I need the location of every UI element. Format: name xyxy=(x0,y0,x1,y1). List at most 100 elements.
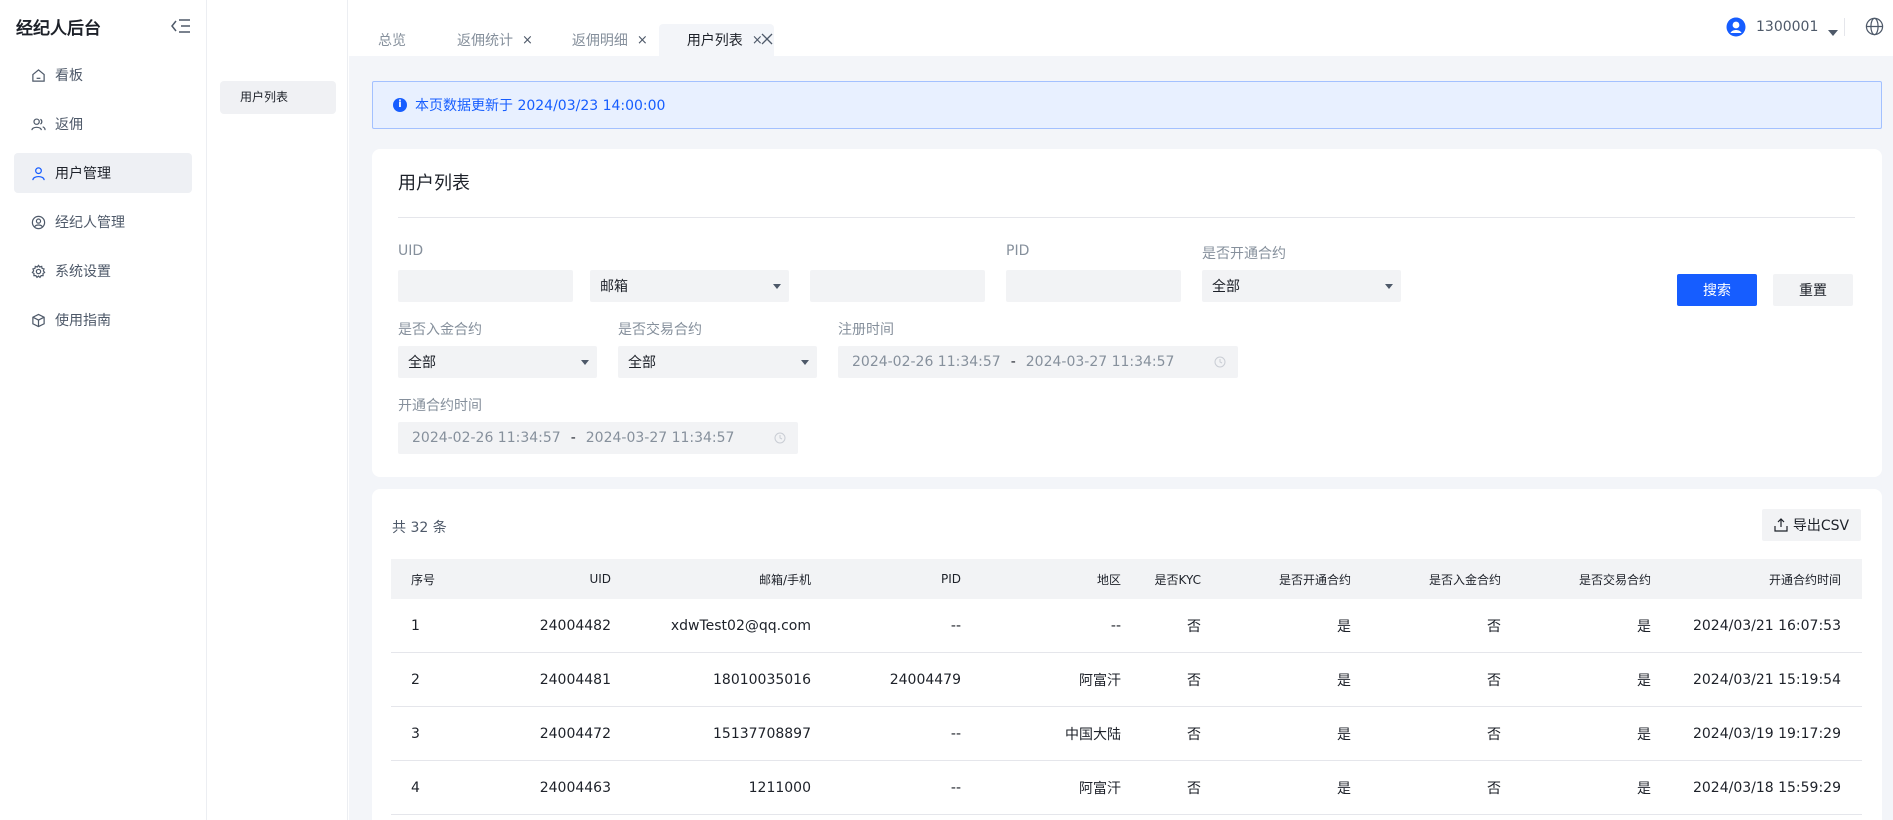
tab-label: 用户列表 xyxy=(686,33,743,49)
open-end: 2024-03-27 11:34:57 xyxy=(585,430,735,446)
col-header-index: 序号 xyxy=(411,572,436,587)
cell-trade: 是 xyxy=(1637,726,1651,743)
cell-uid: 24004481 xyxy=(539,671,611,688)
deposit-label: 是否入金合约 xyxy=(398,322,482,338)
top-bar: 总览 返佣统计 × 返佣明细 × 用户列表 × 1300001 xyxy=(349,0,1893,56)
table-row: 3 24004472 15137708897 -- 中国大陆 否 是 否 是 2… xyxy=(391,707,1862,761)
close-icon[interactable]: × xyxy=(637,33,648,48)
tab-rebate-details[interactable]: 返佣明细 × xyxy=(544,24,659,56)
cube-icon xyxy=(30,312,46,328)
trade-select[interactable]: 全部 xyxy=(618,346,817,378)
cell-region: 阿富汗 xyxy=(1079,780,1121,797)
close-all-tabs-icon[interactable] xyxy=(760,32,774,46)
col-header-pid[interactable]: PID xyxy=(811,572,961,586)
col-header-contact: 邮箱/手机 xyxy=(758,572,811,587)
pid-header-label: PID xyxy=(940,572,961,586)
sidebar-item-dashboard[interactable]: 看板 xyxy=(14,55,192,95)
deposit-select[interactable]: 全部 xyxy=(398,346,597,378)
contact-type-select[interactable]: 邮箱 xyxy=(590,270,789,302)
cell-deposit: 否 xyxy=(1487,618,1501,635)
register-time-range[interactable]: 2024-02-26 11:34:57 - 2024-03-27 11:34:5… xyxy=(838,346,1238,378)
sidebar-item-system-settings[interactable]: 系统设置 xyxy=(14,251,192,291)
tab-label: 总览 xyxy=(378,33,406,49)
uid-input[interactable] xyxy=(398,270,573,302)
cell-uid: 24004482 xyxy=(539,617,611,634)
cell-uid: 24004472 xyxy=(539,725,611,742)
main-content: 总览 返佣统计 × 返佣明细 × 用户列表 × 1300001 i 本页数据更新… xyxy=(349,0,1893,820)
tab-rebate-stats[interactable]: 返佣统计 × xyxy=(429,24,544,56)
table-row: 1 24004482 xdwTest02@qq.com -- -- 否 是 否 … xyxy=(391,599,1862,653)
col-header-trade: 是否交易合约 xyxy=(1578,572,1651,587)
dropdown-arrow-icon xyxy=(581,360,589,365)
sidebar-item-user-guide[interactable]: 使用指南 xyxy=(14,300,192,340)
cell-kyc: 否 xyxy=(1187,672,1201,689)
update-notice: i 本页数据更新于 2024/03/23 14:00:00 xyxy=(372,81,1882,129)
tab-overview[interactable]: 总览 xyxy=(349,24,429,56)
user-circle-icon xyxy=(30,214,46,230)
cell-kyc: 否 xyxy=(1187,618,1201,635)
user-table: 序号 UID 邮箱/手机 PID 地区 是否KYC 是否开通合约 是否入金合约 … xyxy=(391,559,1862,815)
cell-open-time: 2024/03/21 15:19:54 xyxy=(1692,671,1841,688)
open-start: 2024-02-26 11:34:57 xyxy=(412,430,561,446)
clock-icon xyxy=(774,432,786,444)
chevron-down-icon xyxy=(1828,24,1839,36)
cell-index: 1 xyxy=(411,617,420,634)
table-row: 4 24004463 1211000 -- 阿富汗 否 是 否 是 2024/0… xyxy=(391,761,1862,815)
cell-region: -- xyxy=(1110,617,1121,634)
pid-label: PID xyxy=(1006,243,1030,259)
user-icon xyxy=(30,165,46,181)
user-name: 1300001 xyxy=(1756,19,1819,35)
register-time-label: 注册时间 xyxy=(838,322,894,338)
users-icon xyxy=(30,116,46,132)
contract-open-label: 是否开通合约 xyxy=(1202,246,1286,262)
globe-icon[interactable] xyxy=(1865,17,1884,36)
filter-card: 用户列表 UID 邮箱 PID 是否开通合约 全部 搜索 重置 是否入金合约 全… xyxy=(372,149,1882,477)
tab-user-list[interactable]: 用户列表 × xyxy=(658,24,774,56)
avatar-icon xyxy=(1726,17,1746,37)
subnav-item-user-list[interactable]: 用户列表 xyxy=(220,81,336,114)
col-header-kyc: 是否KYC xyxy=(1154,572,1202,587)
contact-input[interactable] xyxy=(810,270,985,302)
divider xyxy=(398,217,1855,218)
cell-open-time: 2024/03/19 19:17:29 xyxy=(1692,725,1841,742)
sidebar-item-broker-management[interactable]: 经纪人管理 xyxy=(14,202,192,242)
cell-contract-open: 是 xyxy=(1337,726,1351,743)
contract-open-select[interactable]: 全部 xyxy=(1202,270,1401,302)
sidebar-item-label: 使用指南 xyxy=(55,313,111,329)
pid-input[interactable] xyxy=(1006,270,1181,302)
page-title: 用户列表 xyxy=(398,173,470,194)
total-count: 共 32 条 xyxy=(392,520,447,536)
export-csv-button[interactable]: 导出CSV xyxy=(1762,509,1861,541)
cell-open-time: 2024/03/18 15:59:29 xyxy=(1692,779,1841,796)
user-menu[interactable]: 1300001 xyxy=(1726,17,1839,37)
trade-label: 是否交易合约 xyxy=(618,322,702,338)
col-header-region: 地区 xyxy=(1096,572,1121,587)
search-button[interactable]: 搜索 xyxy=(1677,274,1757,306)
open-time-range[interactable]: 2024-02-26 11:34:57 - 2024-03-27 11:34:5… xyxy=(398,422,798,454)
cell-kyc: 否 xyxy=(1187,780,1201,797)
dropdown-arrow-icon xyxy=(773,284,781,289)
sidebar-item-label: 系统设置 xyxy=(55,264,111,280)
col-header-deposit: 是否入金合约 xyxy=(1428,572,1501,587)
upload-icon xyxy=(1774,518,1788,532)
close-icon[interactable]: × xyxy=(522,33,533,48)
table-header: 序号 UID 邮箱/手机 PID 地区 是否KYC 是否开通合约 是否入金合约 … xyxy=(391,559,1862,599)
reset-button[interactable]: 重置 xyxy=(1773,274,1853,306)
dropdown-arrow-icon xyxy=(1385,284,1393,289)
tab-label: 返佣明细 xyxy=(571,33,628,49)
open-time-label: 开通合约时间 xyxy=(398,398,482,414)
divider xyxy=(1844,18,1845,36)
col-header-open-time: 开通合约时间 xyxy=(1768,572,1841,587)
sidebar-item-user-management[interactable]: 用户管理 xyxy=(14,153,192,193)
sidebar-item-label: 经纪人管理 xyxy=(55,215,125,231)
uid-label: UID xyxy=(398,243,424,259)
cell-index: 3 xyxy=(411,725,420,742)
sidebar: 经纪人后台 看板 返佣 用户管理 经纪人管理 系统设置 使用指南 xyxy=(0,0,207,820)
deposit-value: 全部 xyxy=(408,355,436,371)
cell-index: 2 xyxy=(411,671,420,688)
register-start: 2024-02-26 11:34:57 xyxy=(852,354,1001,370)
collapse-menu-icon[interactable] xyxy=(170,16,192,36)
sidebar-item-rebate[interactable]: 返佣 xyxy=(14,104,192,144)
cell-contact: xdwTest02@qq.com xyxy=(670,617,811,634)
register-end: 2024-03-27 11:34:57 xyxy=(1025,354,1175,370)
